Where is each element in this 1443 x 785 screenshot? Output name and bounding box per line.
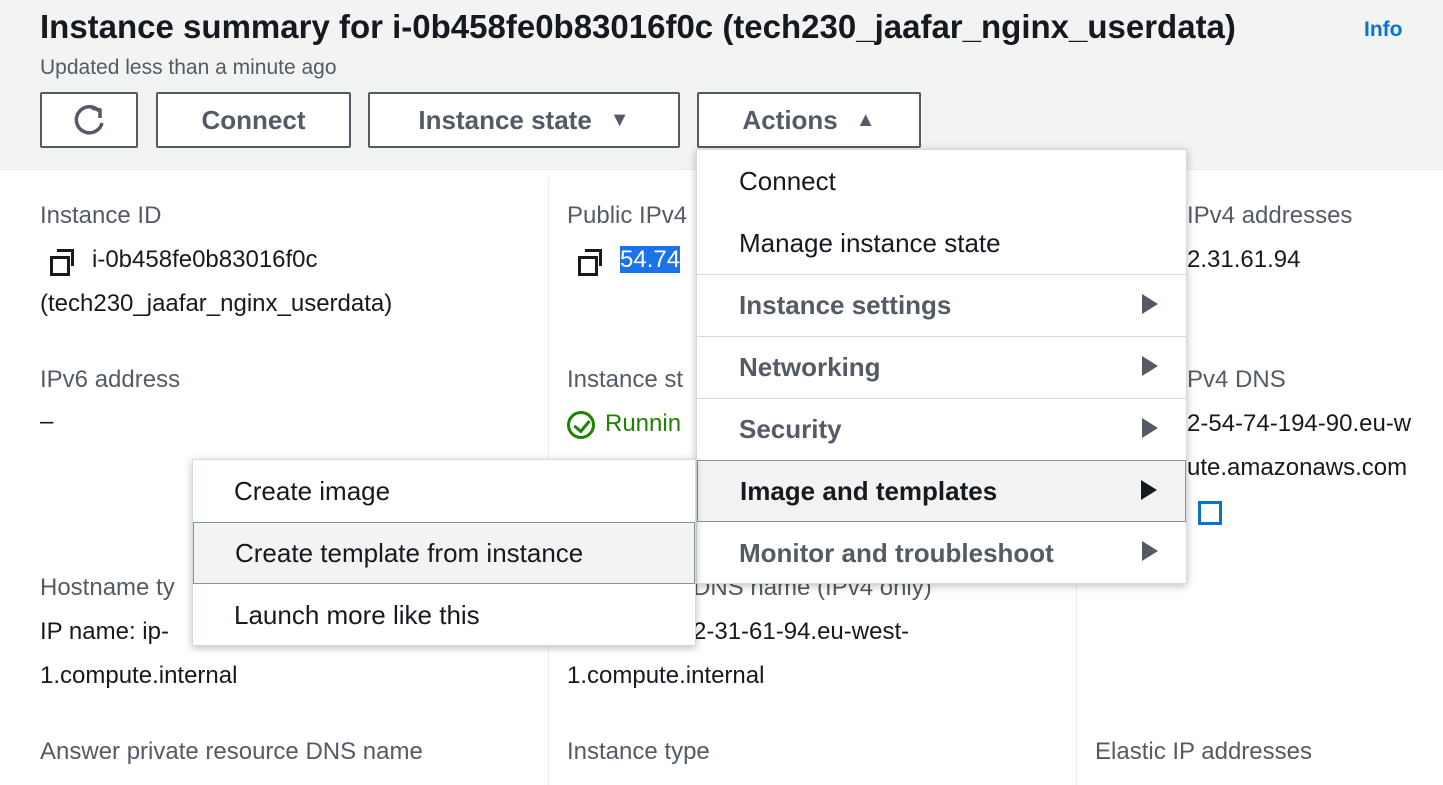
instance-state-label: Instance st (567, 366, 684, 393)
refresh-button[interactable] (40, 92, 138, 148)
instance-state-button-label: Instance state (418, 104, 592, 135)
chevron-right-icon (1142, 541, 1158, 561)
private-dns-value-2: 1.compute.internal (567, 662, 765, 689)
instance-type-label: Instance type (567, 738, 710, 765)
hostname-type-value-2: 1.compute.internal (40, 662, 238, 689)
chevron-right-icon (1142, 418, 1158, 438)
instance-id-label: Instance ID (40, 202, 162, 229)
submenu-item-launch-more[interactable]: Launch more like this (193, 584, 695, 646)
chevron-right-icon (1141, 480, 1157, 500)
check-circle-icon (567, 410, 595, 439)
page-header: Instance summary for i-0b458fe0b83016f0c… (0, 0, 1443, 170)
chevron-right-icon (1142, 294, 1158, 314)
ipv6-label: IPv6 address (40, 366, 181, 393)
actions-button[interactable]: Actions ▲ (697, 92, 921, 148)
copy-icon[interactable] (48, 248, 74, 276)
menu-item-connect[interactable]: Connect (697, 150, 1186, 212)
public-ipv4-value: 54.74 (576, 238, 681, 282)
menu-item-label: Instance settings (739, 290, 952, 320)
menu-item-security[interactable]: Security (697, 398, 1186, 460)
caret-up-icon: ▲ (855, 108, 876, 131)
menu-item-label: Manage instance state (739, 227, 1001, 258)
menu-item-label: Monitor and troubleshoot (739, 537, 1054, 568)
private-ipv4-label: IPv4 addresses (1187, 202, 1353, 229)
instance-state-text: Runnin (605, 410, 682, 437)
submenu-item-label: Create image (234, 475, 391, 506)
refresh-icon (74, 105, 104, 135)
public-dns-value-2: ute.amazonaws.com (1187, 454, 1408, 481)
menu-item-label: Connect (739, 165, 836, 196)
menu-item-monitor-and-troubleshoot[interactable]: Monitor and troubleshoot (697, 522, 1186, 584)
instance-state-button[interactable]: Instance state ▼ (368, 92, 680, 148)
image-templates-submenu: Create image Create template from instan… (192, 459, 696, 646)
connect-button-label: Connect (201, 104, 306, 135)
instance-name-value: (tech230_jaafar_nginx_userdata) (40, 290, 393, 317)
submenu-item-create-image[interactable]: Create image (193, 460, 695, 522)
ipv6-value: – (40, 408, 54, 435)
public-dns-label: Pv4 DNS (1187, 366, 1286, 393)
elastic-ip-label: Elastic IP addresses (1095, 738, 1312, 765)
submenu-item-create-template[interactable]: Create template from instance (193, 522, 695, 584)
copy-icon[interactable] (576, 248, 602, 276)
external-link-icon (1198, 500, 1222, 525)
menu-item-instance-settings[interactable]: Instance settings (697, 274, 1186, 336)
instance-id-value: i-0b458fe0b83016f0c (48, 238, 318, 282)
actions-dropdown-menu: Connect Manage instance state Instance s… (696, 149, 1187, 584)
submenu-item-label: Create template from instance (235, 537, 584, 568)
menu-item-image-and-templates[interactable]: Image and templates (697, 460, 1186, 522)
private-ipv4-value: 2.31.61.94 (1187, 246, 1301, 273)
info-link[interactable]: Info (1364, 18, 1402, 42)
public-dns-value: 2-54-74-194-90.eu-w (1187, 410, 1412, 437)
answer-dns-label: Answer private resource DNS name (40, 738, 423, 765)
hostname-type-value: IP name: ip- (40, 618, 169, 645)
menu-item-label: Image and templates (740, 475, 998, 506)
connect-button[interactable]: Connect (156, 92, 351, 148)
submenu-item-label: Launch more like this (234, 599, 480, 630)
public-ipv4-text[interactable]: 54.74 (620, 246, 681, 273)
menu-item-networking[interactable]: Networking (697, 336, 1186, 398)
menu-item-label: Networking (739, 352, 881, 382)
instance-state-value: Runnin (567, 402, 681, 446)
private-dns-value: 2-31-61-94.eu-west- (693, 618, 910, 645)
updated-timestamp: Updated less than a minute ago (40, 56, 337, 79)
chevron-right-icon (1142, 356, 1158, 376)
menu-item-manage-instance-state[interactable]: Manage instance state (697, 212, 1186, 274)
actions-button-label: Actions (742, 104, 838, 135)
menu-item-label: Security (739, 414, 842, 444)
page-title: Instance summary for i-0b458fe0b83016f0c… (40, 8, 1236, 45)
hostname-type-label: Hostname ty (40, 574, 175, 601)
caret-down-icon: ▼ (609, 108, 630, 131)
public-ipv4-label: Public IPv4 (567, 202, 688, 229)
instance-id-text: i-0b458fe0b83016f0c (92, 246, 318, 273)
